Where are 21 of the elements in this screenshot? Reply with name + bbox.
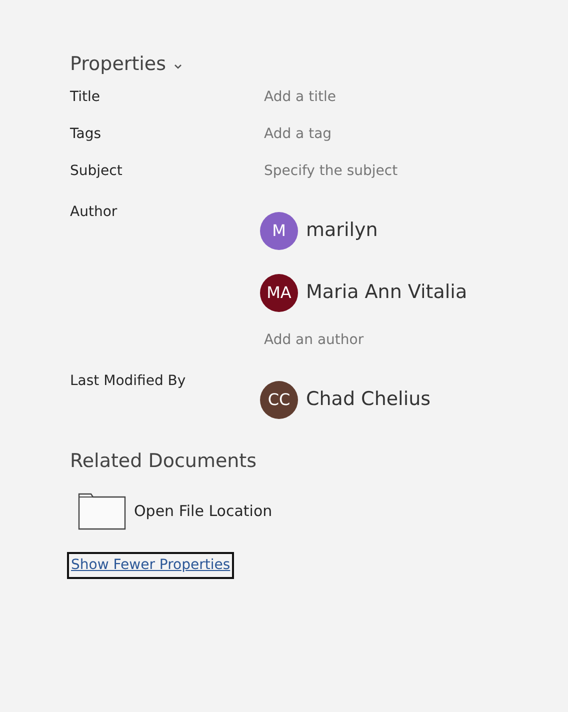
show-fewer-properties-link[interactable]: Show Fewer Properties xyxy=(67,552,234,579)
person-name[interactable]: marilyn xyxy=(306,216,378,245)
person-name[interactable]: Chad Chelius xyxy=(306,385,431,414)
open-file-location-button[interactable]: Open File Location xyxy=(134,500,272,523)
avatar: CC xyxy=(260,380,298,418)
folder-icon xyxy=(78,493,126,530)
chevron-icon[interactable] xyxy=(174,64,182,69)
field-label: Author xyxy=(70,202,118,222)
section-heading: Properties xyxy=(70,52,166,77)
field-placeholder[interactable]: Add a title xyxy=(264,86,336,108)
field-placeholder[interactable]: Specify the subject xyxy=(264,160,398,182)
avatar: M xyxy=(260,212,298,250)
field-label: Subject xyxy=(70,162,124,180)
person-name[interactable]: Maria Ann Vitalia xyxy=(306,278,468,307)
add-author-link[interactable]: Add an author xyxy=(264,330,468,350)
field-label: Title xyxy=(70,88,102,106)
avatar: MA xyxy=(260,274,298,312)
field-label: Last Modified By xyxy=(70,372,187,390)
field-label: Tags xyxy=(70,124,102,144)
section-heading: Related Documents xyxy=(70,448,258,474)
field-placeholder[interactable]: Add a tag xyxy=(264,124,332,144)
